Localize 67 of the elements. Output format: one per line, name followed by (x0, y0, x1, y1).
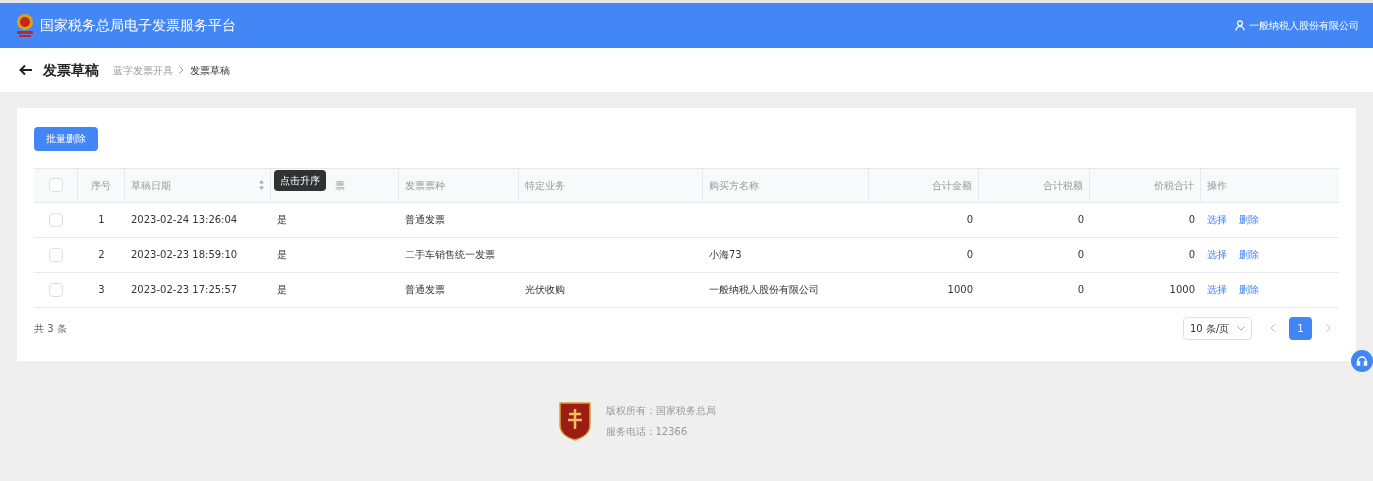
table-cell-text: 0 (966, 213, 973, 227)
table-cell-text: 0 (1188, 248, 1195, 262)
page-number[interactable]: 1 (1289, 316, 1312, 340)
table-cell-text: 0 (1188, 213, 1195, 227)
user-icon (1235, 20, 1245, 31)
emblem-logo (14, 12, 36, 39)
breadcrumb-item[interactable]: 蓝字发票开具 (113, 62, 173, 78)
table-cell-text: 普通发票 (405, 213, 445, 227)
checkbox[interactable] (48, 178, 63, 192)
back-arrow-icon[interactable] (19, 64, 33, 76)
breadcrumb-item: 发票草稿 (190, 63, 230, 78)
checkbox[interactable] (49, 212, 63, 227)
action-link[interactable]: 选择 (1207, 282, 1227, 297)
table-cell-text: 一般纳税人股份有限公司 (709, 283, 819, 297)
action-link[interactable]: 选择 (1207, 247, 1227, 262)
table-cell-text: 2 (98, 248, 105, 262)
checkbox[interactable] (49, 247, 63, 262)
table-cell-text: 1 (98, 213, 105, 227)
column-header: 特定业务 (525, 178, 565, 193)
column-header: 票 (335, 178, 345, 193)
breadcrumb-separator-icon[interactable] (179, 66, 184, 74)
tooltip: 点击升序 (274, 170, 326, 191)
copyright-text: 版权所有：国家税务总局 (605, 404, 716, 418)
action-link[interactable]: 删除 (1239, 247, 1259, 262)
table-cell-text: 3 (98, 283, 105, 297)
table-cell-text: 0 (1077, 283, 1084, 297)
page-title: 发票草稿 (43, 60, 99, 80)
table-cell-text: 0 (966, 248, 973, 262)
column-header: 合计税额 (1043, 178, 1083, 193)
table-cell-text: 是 (277, 248, 287, 262)
table-cell-text: 小海73 (709, 248, 742, 262)
dropdown-caret-icon (1237, 325, 1245, 331)
table-cell-text: 0 (1077, 213, 1084, 227)
action-link[interactable]: 删除 (1239, 282, 1259, 297)
table-cell-text: 1000 (947, 283, 973, 297)
column-header: 发票票种 (405, 178, 445, 193)
table-cell-text: 是 (277, 283, 287, 297)
prev-page-icon[interactable] (1270, 324, 1275, 332)
page-size-select[interactable]: 10 条/页 (1183, 316, 1252, 340)
total-count: 共 3 条 (34, 321, 67, 336)
table-cell-text: 二手车销售统一发票 (405, 248, 495, 262)
table-cell-text: 2023-02-23 17:25:57 (131, 283, 238, 297)
checkbox[interactable] (49, 282, 63, 297)
sort-icon[interactable] (259, 180, 264, 190)
action-link[interactable]: 删除 (1239, 212, 1259, 227)
column-header: 序号 (91, 178, 111, 193)
support-headset-button[interactable] (1351, 350, 1373, 372)
column-header: 合计金额 (932, 178, 972, 193)
action-link[interactable]: 选择 (1207, 212, 1227, 227)
batch-delete-button[interactable]: 批量删除 (34, 126, 98, 151)
phone-text: 服务电话：12366 (605, 425, 689, 439)
column-header: 购买方名称 (709, 178, 759, 193)
headset-icon (1356, 355, 1368, 367)
table-cell-text: 2023-02-24 13:26:04 (131, 213, 238, 227)
column-header[interactable]: 草稿日期 (131, 177, 171, 193)
table-cell-text: 2023-02-23 18:59:10 (131, 248, 238, 262)
column-header: 操作 (1207, 178, 1227, 193)
user-name[interactable]: 一般纳税人股份有限公司 (1249, 18, 1359, 33)
next-page-icon[interactable] (1326, 324, 1331, 332)
table-cell-text: 光伏收购 (525, 283, 565, 297)
table-cell-text: 普通发票 (405, 283, 445, 297)
table-cell-text: 0 (1077, 248, 1084, 262)
column-header: 价税合计 (1154, 178, 1194, 193)
table-cell-text: 是 (277, 213, 287, 227)
table-cell-text: 1000 (1169, 283, 1195, 297)
tax-bureau-logo (557, 401, 592, 441)
platform-title: 国家税务总局电子发票服务平台 (40, 16, 236, 35)
